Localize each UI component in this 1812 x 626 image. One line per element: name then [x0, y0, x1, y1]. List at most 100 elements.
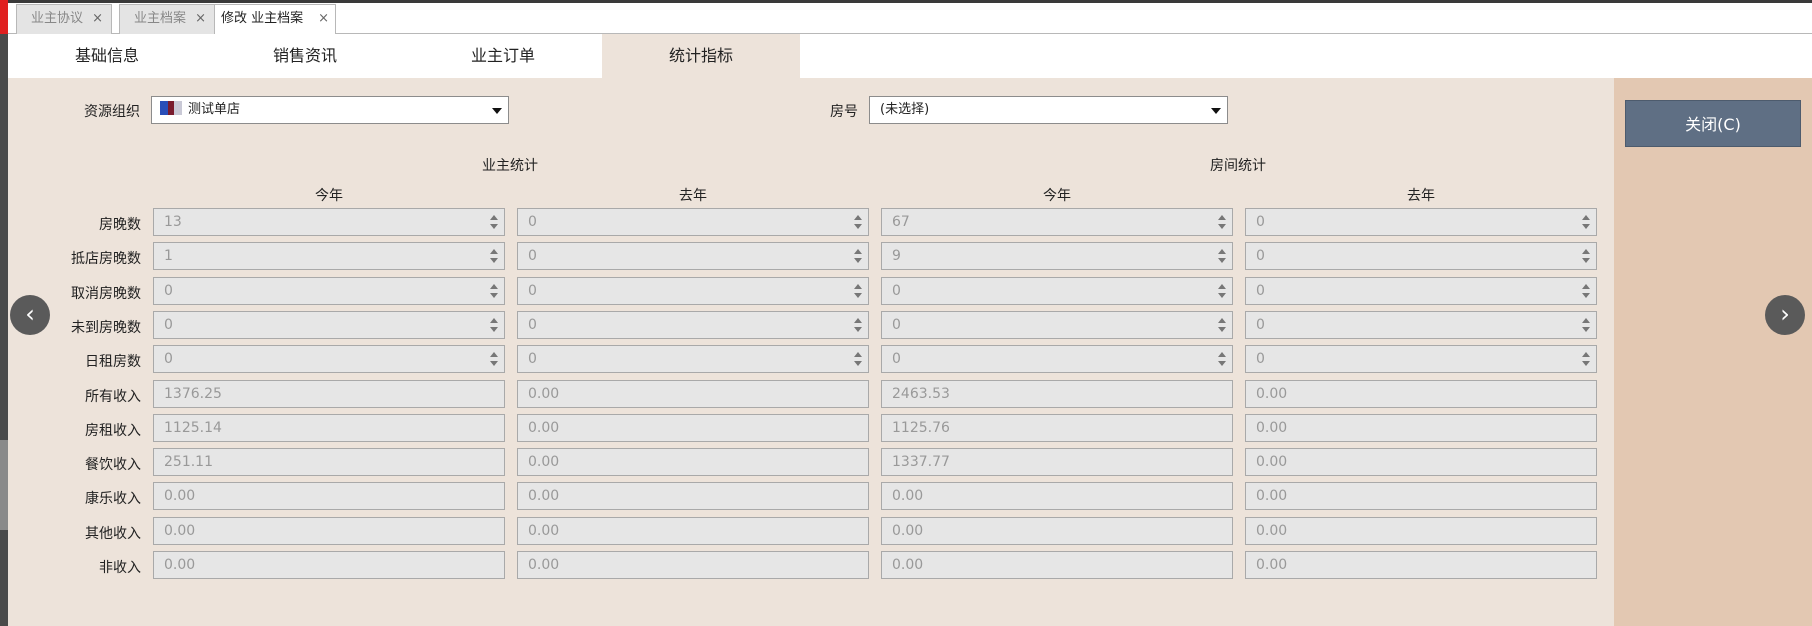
next-arrow-icon[interactable]: › — [1765, 295, 1805, 335]
amount-field[interactable]: 0.00 — [517, 551, 869, 579]
numeric-stepper[interactable]: 0 — [517, 311, 869, 339]
org-select[interactable]: 测试单店 — [151, 96, 509, 124]
field-value: 0 — [1256, 283, 1265, 299]
field-value: 0 — [528, 351, 537, 367]
numeric-stepper[interactable]: 0 — [153, 345, 505, 373]
amount-field[interactable]: 0.00 — [517, 448, 869, 476]
column-header: 去年 — [1407, 188, 1435, 204]
spinner-arrows-icon[interactable] — [1218, 318, 1226, 332]
field-value: 0 — [164, 351, 173, 367]
amount-field[interactable]: 0.00 — [517, 517, 869, 545]
amount-field[interactable]: 0.00 — [1245, 482, 1597, 510]
amount-field[interactable]: 0.00 — [1245, 551, 1597, 579]
amount-field[interactable]: 1376.25 — [153, 380, 505, 408]
doc-tab-edit-owner-file[interactable]: 修改 业主档案 × — [214, 4, 336, 35]
amount-field[interactable]: 0.00 — [153, 482, 505, 510]
numeric-stepper[interactable]: 0 — [881, 311, 1233, 339]
numeric-stepper[interactable]: 0 — [1245, 208, 1597, 236]
numeric-stepper[interactable]: 0 — [517, 242, 869, 270]
row-label: 日租房数 — [85, 354, 141, 370]
close-icon[interactable]: × — [195, 5, 206, 33]
field-value: 0.00 — [528, 488, 560, 504]
field-value: 0 — [1256, 214, 1265, 230]
amount-field[interactable]: 2463.53 — [881, 380, 1233, 408]
spinner-arrows-icon[interactable] — [1218, 352, 1226, 366]
numeric-stepper[interactable]: 0 — [1245, 242, 1597, 270]
spinner-arrows-icon[interactable] — [490, 215, 498, 229]
numeric-stepper[interactable]: 0 — [153, 311, 505, 339]
spinner-arrows-icon[interactable] — [854, 249, 862, 263]
field-value: 0 — [528, 283, 537, 299]
numeric-stepper[interactable]: 0 — [517, 277, 869, 305]
spinner-arrows-icon[interactable] — [490, 284, 498, 298]
field-value: 1 — [164, 248, 173, 264]
numeric-stepper[interactable]: 13 — [153, 208, 505, 236]
amount-field[interactable]: 1337.77 — [881, 448, 1233, 476]
amount-field[interactable]: 0.00 — [153, 551, 505, 579]
spinner-arrows-icon[interactable] — [1218, 249, 1226, 263]
field-value: 0 — [164, 317, 173, 333]
spinner-arrows-icon[interactable] — [1582, 249, 1590, 263]
spinner-arrows-icon[interactable] — [490, 352, 498, 366]
amount-field[interactable]: 0.00 — [153, 517, 505, 545]
doc-tab-owner-agreement[interactable]: 业主协议 × — [16, 4, 112, 34]
amount-field[interactable]: 0.00 — [517, 482, 869, 510]
tab-basic-info[interactable]: 基础信息 — [8, 34, 206, 78]
numeric-stepper[interactable]: 0 — [1245, 277, 1597, 305]
spinner-arrows-icon[interactable] — [1218, 284, 1226, 298]
amount-field[interactable]: 0.00 — [1245, 380, 1597, 408]
numeric-stepper[interactable]: 0 — [881, 345, 1233, 373]
doc-tab-owner-file[interactable]: 业主档案 × — [119, 4, 215, 34]
spinner-arrows-icon[interactable] — [854, 318, 862, 332]
tab-statistics[interactable]: 统计指标 — [602, 34, 800, 78]
amount-field[interactable]: 0.00 — [1245, 414, 1597, 442]
amount-field[interactable]: 0.00 — [881, 551, 1233, 579]
field-value: 0.00 — [1256, 488, 1288, 504]
row-label: 未到房晚数 — [71, 320, 141, 336]
edge-scroll-thumb[interactable] — [0, 440, 8, 530]
spinner-arrows-icon[interactable] — [490, 318, 498, 332]
spinner-arrows-icon[interactable] — [490, 249, 498, 263]
spinner-arrows-icon[interactable] — [854, 215, 862, 229]
amount-field[interactable]: 0.00 — [881, 482, 1233, 510]
numeric-stepper[interactable]: 0 — [881, 277, 1233, 305]
field-value: 0 — [892, 351, 901, 367]
field-value: 0.00 — [164, 557, 196, 573]
numeric-stepper[interactable]: 9 — [881, 242, 1233, 270]
close-icon[interactable]: × — [318, 5, 329, 33]
field-value: 1125.76 — [892, 420, 950, 436]
field-value: 0 — [528, 214, 537, 230]
spinner-arrows-icon[interactable] — [854, 284, 862, 298]
amount-field[interactable]: 0.00 — [517, 414, 869, 442]
numeric-stepper[interactable]: 0 — [1245, 311, 1597, 339]
numeric-stepper[interactable]: 0 — [517, 208, 869, 236]
spinner-arrows-icon[interactable] — [1582, 318, 1590, 332]
row-label: 取消房晚数 — [71, 286, 141, 302]
spinner-arrows-icon[interactable] — [1582, 215, 1590, 229]
close-button[interactable]: 关闭(C) — [1625, 100, 1801, 147]
amount-field[interactable]: 0.00 — [881, 517, 1233, 545]
numeric-stepper[interactable]: 0 — [517, 345, 869, 373]
spinner-arrows-icon[interactable] — [1582, 284, 1590, 298]
room-select-value: (未选择) — [880, 102, 930, 117]
amount-field[interactable]: 0.00 — [517, 380, 869, 408]
amount-field[interactable]: 251.11 — [153, 448, 505, 476]
numeric-stepper[interactable]: 1 — [153, 242, 505, 270]
close-icon[interactable]: × — [92, 5, 103, 33]
numeric-stepper[interactable]: 0 — [1245, 345, 1597, 373]
numeric-stepper[interactable]: 0 — [153, 277, 505, 305]
tab-owner-orders[interactable]: 业主订单 — [404, 34, 602, 78]
numeric-stepper[interactable]: 67 — [881, 208, 1233, 236]
field-value: 13 — [164, 214, 182, 230]
spinner-arrows-icon[interactable] — [1582, 352, 1590, 366]
spinner-arrows-icon[interactable] — [854, 352, 862, 366]
amount-field[interactable]: 1125.76 — [881, 414, 1233, 442]
prev-arrow-icon[interactable]: ‹ — [10, 295, 50, 335]
field-value: 0.00 — [892, 557, 924, 573]
amount-field[interactable]: 0.00 — [1245, 448, 1597, 476]
amount-field[interactable]: 0.00 — [1245, 517, 1597, 545]
spinner-arrows-icon[interactable] — [1218, 215, 1226, 229]
tab-sales-info[interactable]: 销售资讯 — [206, 34, 404, 78]
amount-field[interactable]: 1125.14 — [153, 414, 505, 442]
room-select[interactable]: (未选择) — [869, 96, 1228, 124]
